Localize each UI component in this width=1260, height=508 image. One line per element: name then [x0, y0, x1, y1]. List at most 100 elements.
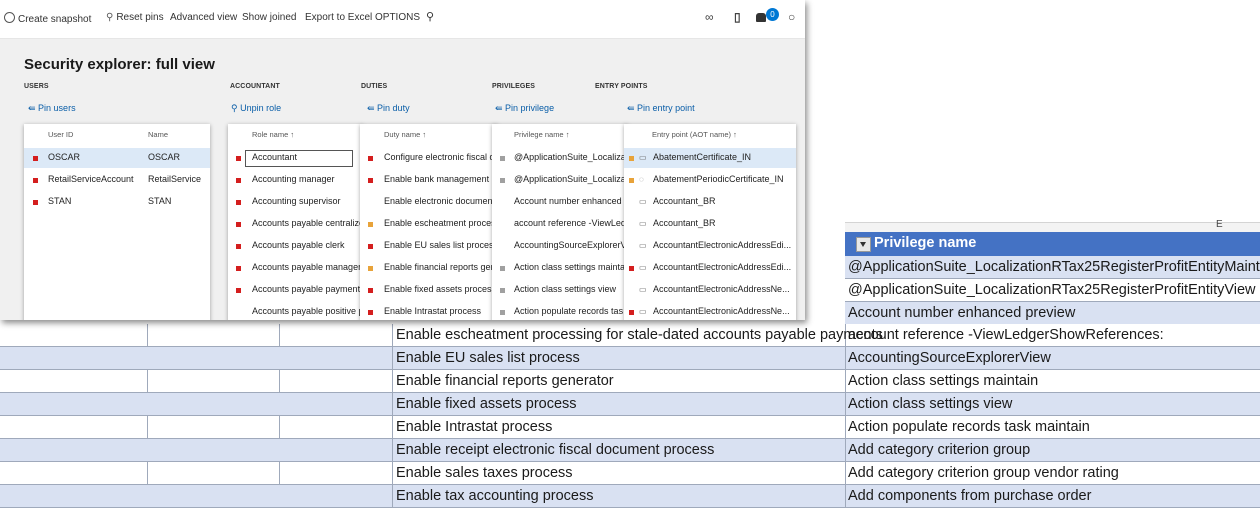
export-to-excel-button[interactable]: Export to Excel: [305, 12, 372, 23]
privilege-row[interactable]: AccountingSourceExplorerV: [492, 236, 628, 256]
duty-row[interactable]: Enable electronic document: [360, 192, 498, 212]
search-icon[interactable]: ⚲: [426, 10, 434, 23]
entry-point-row[interactable]: ▭ AccountantElectronicAddressEdi...: [624, 236, 796, 256]
unpin-icon: ⚲: [231, 103, 241, 113]
section-privileges: PRIVILEGES: [492, 83, 536, 90]
entry-point-row[interactable]: ▭ Accountant_BR: [624, 214, 796, 234]
duty-row[interactable]: Enable bank management p: [360, 170, 498, 190]
column-header-role-name[interactable]: Role name ↑: [252, 130, 294, 139]
privilege-row[interactable]: @ApplicationSuite_Localizat: [492, 148, 628, 168]
menu-item-icon: ▭: [639, 263, 647, 272]
role-row[interactable]: Accounts payable payments: [228, 280, 363, 300]
role-row[interactable]: Accounts payable clerk: [228, 236, 363, 256]
excel-row[interactable]: Enable receipt electronic fiscal documen…: [0, 439, 1260, 462]
roles-grid: Role name ↑ Accountant Accounting manage…: [228, 124, 363, 320]
menu-item-icon: ▭: [639, 197, 647, 206]
section-users: USERS: [24, 83, 49, 90]
pin-entry-point-button[interactable]: ⇚ Pin entry point: [627, 103, 695, 114]
privilege-row[interactable]: Action class settings mainta: [492, 258, 628, 278]
column-header-privilege-name[interactable]: Privilege name ↑: [514, 130, 569, 139]
privilege-row[interactable]: Account number enhanced: [492, 192, 628, 212]
security-explorer-window: Create snapshot ⚲ Reset pins Advanced vie…: [0, 0, 805, 320]
user-row[interactable]: RetailServiceAccount RetailService: [24, 170, 210, 190]
excel-row[interactable]: Enable fixed assets process Action class…: [0, 393, 1260, 416]
entry-point-row[interactable]: ▭ AccountantElectronicAddressNe...: [624, 302, 796, 320]
section-duties: DUTIES: [361, 83, 388, 90]
excel-privilege-row[interactable]: @ApplicationSuite_LocalizationRTax25Regi…: [845, 279, 1260, 302]
notification-bell-icon[interactable]: [756, 13, 766, 22]
column-header-user-id[interactable]: User ID: [48, 130, 73, 139]
duty-row[interactable]: Enable fixed assets process: [360, 280, 498, 300]
excel-column-letter: E: [1216, 219, 1223, 230]
filter-dropdown-icon[interactable]: [856, 237, 871, 252]
excel-privilege-row[interactable]: @ApplicationSuite_LocalizationRTax25Regi…: [845, 256, 1260, 279]
duty-row[interactable]: Configure electronic fiscal d: [360, 148, 498, 168]
action-toolbar: Create snapshot ⚲ Reset pins Advanced vie…: [0, 0, 805, 39]
show-joined-button[interactable]: Show joined: [242, 12, 296, 23]
entry-point-row[interactable]: ▭ AbatementCertificate_IN: [624, 148, 796, 168]
excel-privilege-row[interactable]: Account number enhanced preview: [845, 302, 1260, 325]
options-button[interactable]: OPTIONS: [375, 12, 420, 23]
privilege-row[interactable]: Action class settings view: [492, 280, 628, 300]
section-entry-points: ENTRY POINTS: [595, 83, 648, 90]
unpin-role-button[interactable]: ⚲ Unpin role: [231, 103, 281, 114]
users-grid: User ID Name OSCAR OSCAR RetailServiceAc…: [24, 124, 210, 320]
user-row[interactable]: OSCAR OSCAR: [24, 148, 210, 168]
entry-points-grid: Entry point (AOT name) ↑ ▭ AbatementCerti…: [624, 124, 796, 320]
menu-item-icon: ▭: [639, 219, 647, 228]
excel-row[interactable]: Enable financial reports generator Actio…: [0, 370, 1260, 393]
pin-icon: ⇚: [627, 103, 638, 113]
menu-item-icon: ▭: [639, 307, 647, 316]
pin-icon: ⇚: [495, 103, 506, 113]
menu-item-icon: ▭: [639, 285, 647, 294]
duty-row[interactable]: Enable Intrastat process: [360, 302, 498, 320]
refresh-icon[interactable]: ○: [788, 10, 795, 24]
excel-row[interactable]: Enable Intrastat process Action populate…: [0, 416, 1260, 439]
create-snapshot-button[interactable]: Create snapshot: [4, 12, 91, 25]
pin-icon: ⇚: [28, 103, 39, 113]
role-row[interactable]: Accounting manager: [228, 170, 363, 190]
entry-point-row[interactable]: ▭ AccountantElectronicAddressEdi...: [624, 258, 796, 278]
privilege-row[interactable]: account reference -ViewLed: [492, 214, 628, 234]
column-header-entry-point[interactable]: Entry point (AOT name) ↑: [652, 130, 737, 139]
advanced-view-button[interactable]: Advanced view: [170, 12, 237, 23]
link-icon[interactable]: ∞: [705, 10, 714, 24]
loading-icon: ◌: [639, 175, 644, 184]
pin-duty-button[interactable]: ⇚ Pin duty: [367, 103, 410, 114]
column-header-name[interactable]: Name: [148, 130, 168, 139]
excel-row[interactable]: Enable EU sales list process AccountingS…: [0, 347, 1260, 370]
pin-users-button[interactable]: ⇚ Pin users: [28, 103, 76, 114]
privileges-grid: Privilege name ↑ @ApplicationSuite_Local…: [492, 124, 628, 320]
role-row[interactable]: Accounting supervisor: [228, 192, 363, 212]
entry-point-row[interactable]: ▭ Accountant_BR: [624, 192, 796, 212]
pin-icon: ⇚: [367, 103, 378, 113]
menu-item-icon: ▭: [639, 241, 647, 250]
page-title: Security explorer: full view: [24, 56, 215, 73]
entry-point-row[interactable]: ▭ AccountantElectronicAddressNe...: [624, 280, 796, 300]
office-icon[interactable]: ▯: [734, 10, 741, 24]
excel-row[interactable]: Enable tax accounting process Add compon…: [0, 485, 1260, 508]
reset-pins-button[interactable]: ⚲ Reset pins: [106, 12, 164, 23]
menu-item-icon: ▭: [639, 153, 647, 162]
section-accountant: ACCOUNTANT: [230, 83, 280, 90]
role-row[interactable]: Accountant: [228, 148, 363, 168]
duty-row[interactable]: Enable EU sales list process: [360, 236, 498, 256]
entry-point-row[interactable]: ◌ AbatementPeriodicCertificate_IN: [624, 170, 796, 190]
refresh-icon: [4, 12, 15, 23]
duty-row[interactable]: Enable financial reports gen: [360, 258, 498, 278]
pin-privilege-button[interactable]: ⇚ Pin privilege: [495, 103, 554, 114]
role-row[interactable]: Accounts payable centralize: [228, 214, 363, 234]
unpin-icon: ⚲: [106, 12, 114, 23]
notification-badge: 0: [766, 8, 779, 21]
role-row[interactable]: Accounts payable positive p: [228, 302, 363, 320]
user-row[interactable]: STAN STAN: [24, 192, 210, 212]
role-row[interactable]: Accounts payable manager: [228, 258, 363, 278]
privilege-row[interactable]: Action populate records tas: [492, 302, 628, 320]
duties-grid: Duty name ↑ Configure electronic fiscal …: [360, 124, 498, 320]
excel-privilege-header[interactable]: Privilege name: [845, 232, 1260, 256]
excel-row[interactable]: Enable escheatment processing for stale-…: [0, 324, 1260, 347]
duty-row[interactable]: Enable escheatment proces: [360, 214, 498, 234]
privilege-row[interactable]: @ApplicationSuite_Localizat: [492, 170, 628, 190]
column-header-duty-name[interactable]: Duty name ↑: [384, 130, 426, 139]
excel-row[interactable]: Enable sales taxes process Add category …: [0, 462, 1260, 485]
